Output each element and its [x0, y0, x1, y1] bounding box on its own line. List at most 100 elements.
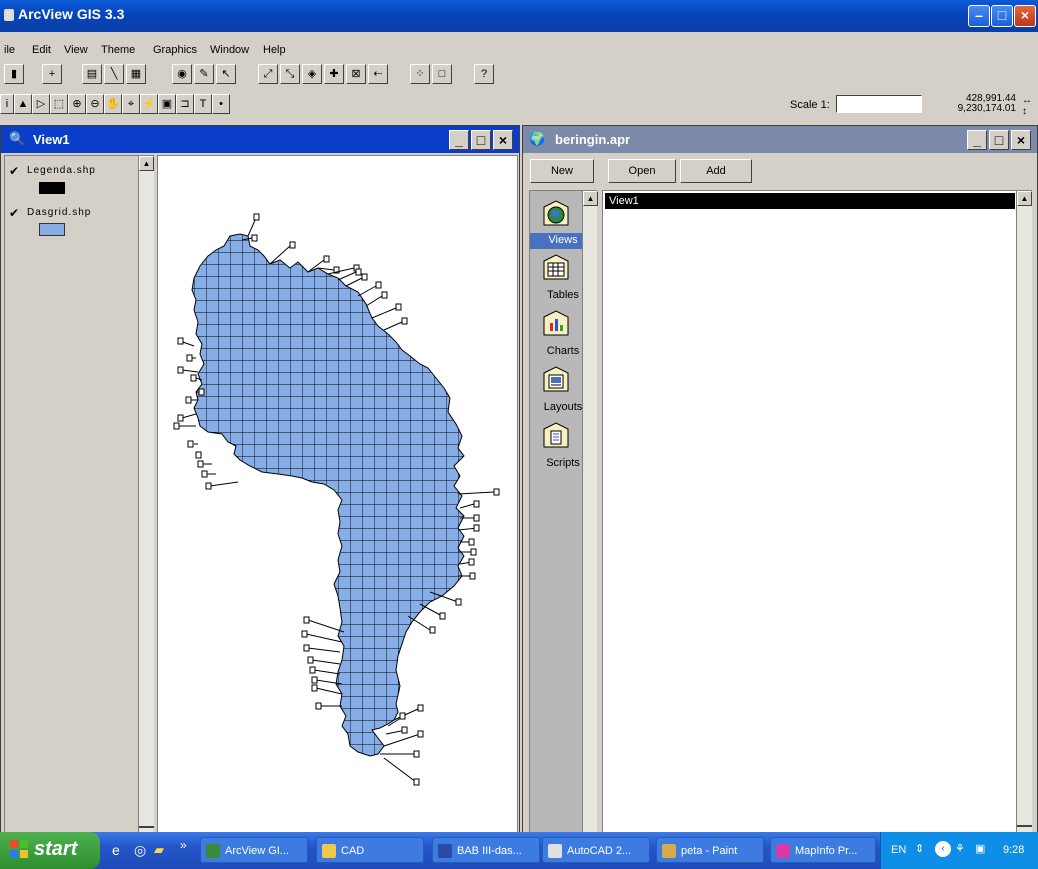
new-button[interactable]: New [530, 159, 594, 183]
zoom-to-selected-icon[interactable]: ◈ [302, 64, 322, 84]
arcview-task-icon [206, 844, 220, 858]
menu-view[interactable]: View [64, 44, 88, 56]
coordinate-arrows-icon: ↔ ↕ [1022, 95, 1032, 117]
zoom-full-extent-icon[interactable]: ⤢ [258, 64, 278, 84]
scroll-up-icon[interactable]: ▲ [139, 156, 154, 171]
menubar: ile Edit View Theme Graphics Window Help [0, 32, 1038, 56]
theme-symbol-blue[interactable] [39, 223, 65, 236]
identify-icon[interactable]: i [0, 94, 14, 114]
map-canvas[interactable] [157, 155, 518, 835]
arcview-app-icon[interactable] [4, 9, 14, 21]
draw-point-icon[interactable]: • [212, 94, 230, 114]
project-window-titlebar[interactable]: 🌍 beringin.apr _ □ × [523, 126, 1037, 153]
views-icon[interactable] [540, 199, 572, 231]
menu-help[interactable]: Help [263, 44, 286, 56]
close-button[interactable]: × [1014, 5, 1036, 27]
document-type-strip: Views Tables Charts Layouts Scripts ▲ [529, 190, 598, 835]
doctype-scrollbar[interactable]: ▲ [582, 191, 598, 834]
taskbar-item-paint[interactable]: peta - Paint [656, 837, 764, 863]
doclist-scroll-end-marker [1017, 825, 1032, 827]
taskbar-item-word[interactable]: BAB III-das... [432, 837, 540, 863]
zoom-out-icon[interactable]: ⊠ [346, 64, 366, 84]
language-switch-icon[interactable]: ⇕ [915, 842, 924, 855]
document-item-view1[interactable]: View1 [605, 193, 1015, 209]
menu-file[interactable]: ile [4, 44, 15, 56]
area-of-interest-icon[interactable]: ▣ [158, 94, 176, 114]
add-theme-icon[interactable]: + [42, 64, 62, 84]
edit-legend-icon[interactable]: ╲ [104, 64, 124, 84]
taskbar-item-mapinfo[interactable]: MapInfo Pr... [770, 837, 876, 863]
query-builder-icon[interactable]: ↖ [216, 64, 236, 84]
autocad-task-icon [548, 844, 562, 858]
monitor-icon[interactable]: ▣ [975, 842, 985, 855]
view-window-titlebar[interactable]: 🔍 View1 _ □ × [1, 126, 519, 153]
tables-icon[interactable] [540, 253, 572, 285]
project-minimize-button[interactable]: _ [967, 130, 987, 150]
select-feature-icon[interactable]: ⬚ [50, 94, 68, 114]
pointer-icon[interactable]: ▲ [14, 94, 32, 114]
menu-window[interactable]: Window [210, 44, 249, 56]
network-icon[interactable]: ⚘ [955, 842, 965, 855]
locate-address-icon[interactable]: ✎ [194, 64, 214, 84]
coordinate-y: 9,230,174.01 [957, 103, 1016, 114]
zoom-previous-icon[interactable]: ⇠ [368, 64, 388, 84]
add-button[interactable]: Add [680, 159, 752, 183]
save-icon[interactable]: ▮ [4, 64, 24, 84]
quicklaunch-chevron-icon[interactable]: » [180, 838, 187, 852]
ie-icon[interactable]: e [112, 842, 120, 858]
layouts-icon[interactable] [540, 365, 572, 397]
view-maximize-button[interactable]: □ [471, 130, 491, 150]
maximize-button[interactable]: □ [991, 5, 1013, 27]
scale-input[interactable] [836, 95, 922, 113]
start-button[interactable]: start [0, 832, 100, 869]
taskbar-item-arcview[interactable]: ArcView GI... [200, 837, 308, 863]
vertex-edit-icon[interactable]: ▷ [32, 94, 50, 114]
project-close-button[interactable]: × [1011, 130, 1031, 150]
taskbar-item-label: peta - Paint [681, 845, 738, 857]
app-titlebar: ArcView GIS 3.3 – □ × [0, 0, 1038, 32]
zoom-out-tool-icon[interactable]: ⊖ [86, 94, 104, 114]
charts-icon[interactable] [540, 309, 572, 341]
measure-icon[interactable]: ⌖ [122, 94, 140, 114]
tray-chevron-icon[interactable]: ‹ [935, 841, 951, 857]
check-icon[interactable]: ✔ [9, 206, 19, 220]
folder-icon[interactable]: ▰ [154, 842, 164, 858]
menu-edit[interactable]: Edit [32, 44, 51, 56]
menu-graphics[interactable]: Graphics [153, 44, 197, 56]
taskbar-item-cad[interactable]: CAD [316, 837, 424, 863]
menu-theme[interactable]: Theme [101, 44, 135, 56]
project-maximize-button[interactable]: □ [989, 130, 1009, 150]
help-icon[interactable]: ? [474, 64, 494, 84]
select-features-icon[interactable]: ⁘ [410, 64, 430, 84]
clear-selection-icon[interactable]: □ [432, 64, 452, 84]
theme-symbol-black[interactable] [39, 182, 65, 194]
browser-icon[interactable]: ◎ [134, 842, 146, 859]
find-icon[interactable]: ◉ [172, 64, 192, 84]
minimize-button[interactable]: – [968, 5, 990, 27]
toc-scrollbar[interactable]: ▲ [138, 156, 154, 834]
theme-properties-icon[interactable]: ▤ [82, 64, 102, 84]
zoom-to-themes-icon[interactable]: ⤡ [280, 64, 300, 84]
windows-logo-icon [10, 840, 28, 858]
open-button[interactable]: Open [608, 159, 676, 183]
check-icon[interactable]: ✔ [9, 164, 19, 178]
doclist-scrollbar[interactable]: ▲ [1016, 191, 1032, 834]
view-minimize-button[interactable]: _ [449, 130, 469, 150]
clock: 9:28 [1003, 844, 1025, 856]
language-indicator[interactable]: EN [891, 844, 906, 856]
doctype-scroll-up-icon[interactable]: ▲ [583, 191, 598, 206]
zoom-in-icon[interactable]: ✚ [324, 64, 344, 84]
hotlink-icon[interactable]: ⚡ [140, 94, 158, 114]
pan-icon[interactable]: ✋ [104, 94, 122, 114]
taskbar-item-label: ArcView GI... [225, 845, 289, 857]
scripts-icon[interactable] [540, 421, 572, 453]
open-table-icon[interactable]: ▦ [126, 64, 146, 84]
zoom-in-tool-icon[interactable]: ⊕ [68, 94, 86, 114]
label-icon[interactable]: ⊐ [176, 94, 194, 114]
taskbar-item-autocad[interactable]: AutoCAD 2... [542, 837, 650, 863]
doclist-scroll-up-icon[interactable]: ▲ [1017, 191, 1032, 206]
taskbar-item-label: AutoCAD 2... [567, 845, 632, 857]
globe-magnifier-icon: 🔍 [9, 131, 26, 146]
text-icon[interactable]: T [194, 94, 212, 114]
view-close-button[interactable]: × [493, 130, 513, 150]
